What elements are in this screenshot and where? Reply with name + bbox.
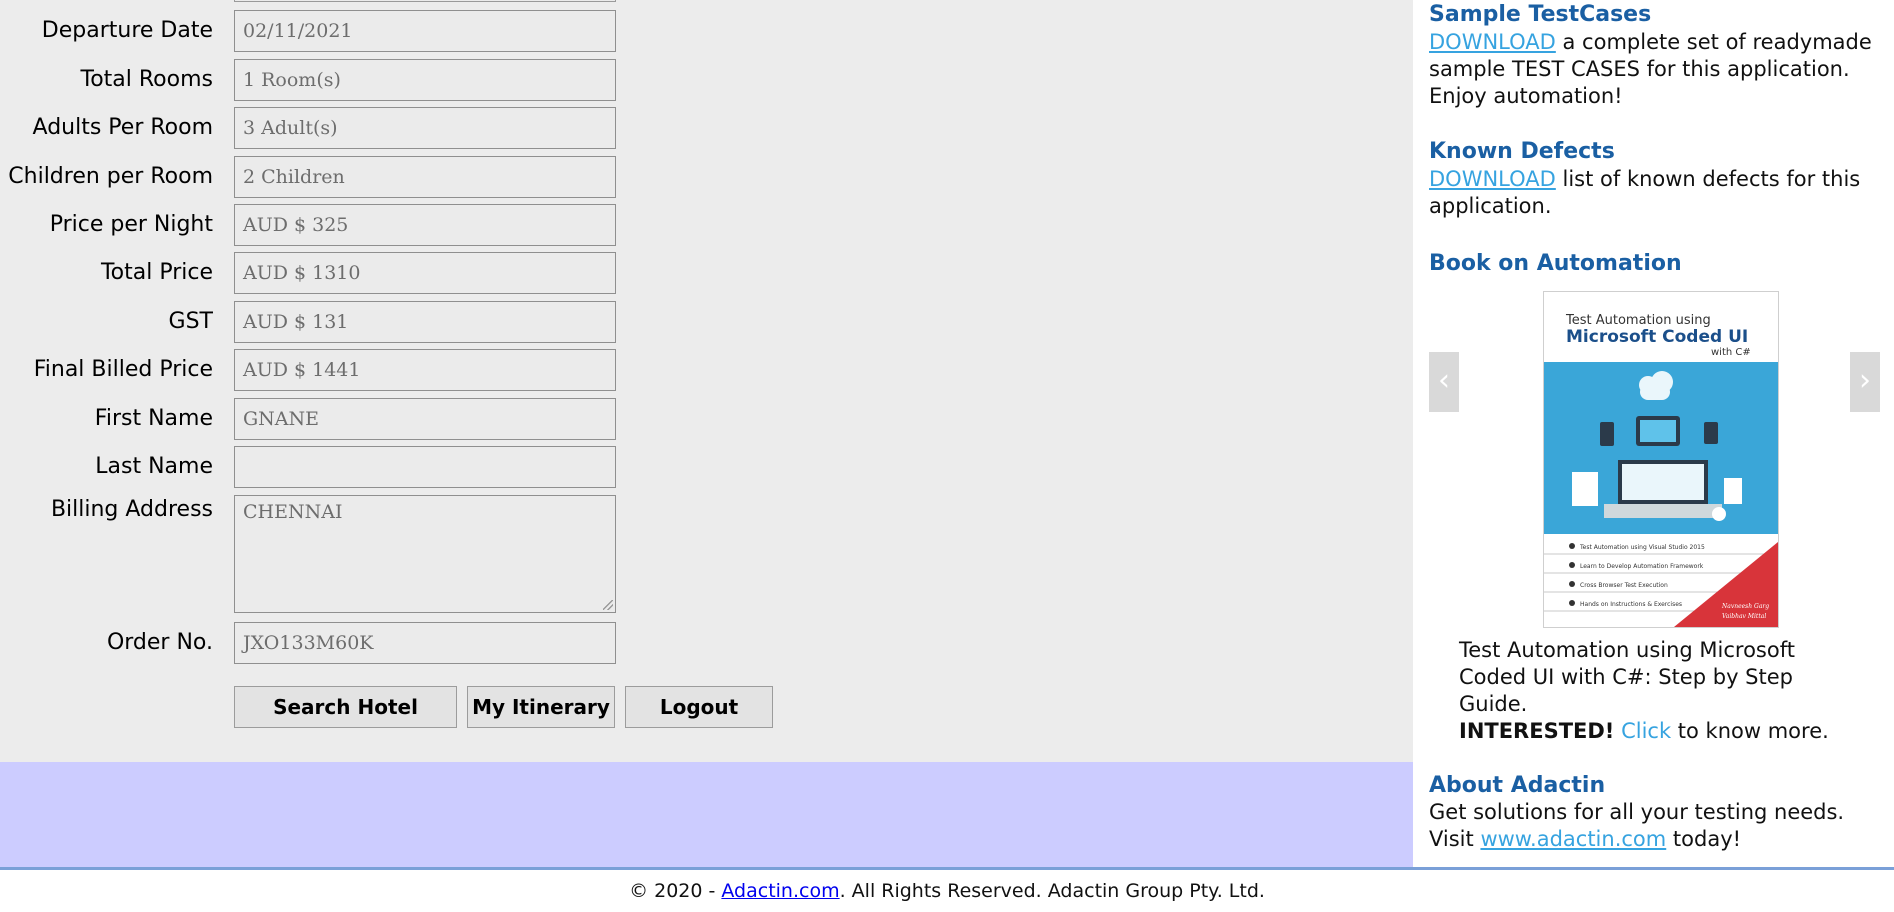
footer: © 2020 - Adactin.com. All Rights Reserve… bbox=[0, 870, 1894, 910]
footer-rights: . All Rights Reserved. Adactin Group Pty… bbox=[839, 880, 1265, 902]
cover-title-line3: with C# bbox=[1711, 347, 1751, 358]
logout-button[interactable]: Logout bbox=[625, 686, 773, 728]
carousel-next-icon[interactable]: › bbox=[1850, 352, 1880, 412]
total-rooms-row: Total Rooms 1 Room(s) bbox=[0, 57, 1413, 103]
know-more-text: to know more. bbox=[1671, 719, 1829, 743]
price-per-night-row: Price per Night AUD $ 325 bbox=[0, 202, 1413, 248]
children-per-room-field[interactable]: 2 Children bbox=[234, 156, 616, 198]
first-name-label: First Name bbox=[94, 406, 213, 431]
defects-text: DOWNLOAD list of known defects for this … bbox=[1429, 166, 1889, 220]
final-billed-price-field[interactable]: AUD $ 1441 bbox=[234, 349, 616, 391]
total-price-row: Total Price AUD $ 1310 bbox=[0, 250, 1413, 296]
final-billed-price-label: Final Billed Price bbox=[33, 357, 213, 382]
content-bottom-band bbox=[0, 762, 1413, 867]
total-price-field[interactable]: AUD $ 1310 bbox=[234, 252, 616, 294]
total-rooms-field[interactable]: 1 Room(s) bbox=[234, 59, 616, 101]
billing-address-field[interactable]: CHENNAI bbox=[234, 495, 616, 613]
search-hotel-button[interactable]: Search Hotel bbox=[234, 686, 457, 728]
adults-per-room-field[interactable]: 3 Adult(s) bbox=[234, 107, 616, 149]
billing-address-label: Billing Address bbox=[50, 497, 213, 522]
adults-per-room-label: Adults Per Room bbox=[32, 115, 213, 140]
about-text: Get solutions for all your testing needs… bbox=[1429, 799, 1889, 853]
price-per-night-field[interactable]: AUD $ 325 bbox=[234, 204, 616, 246]
about-heading: About Adactin bbox=[1429, 773, 1606, 798]
interested-label: INTERESTED! bbox=[1459, 719, 1615, 743]
carousel-prev-icon[interactable]: ‹ bbox=[1429, 352, 1459, 412]
book-click-link[interactable]: Click bbox=[1621, 719, 1671, 743]
price-per-night-label: Price per Night bbox=[49, 212, 213, 237]
adults-per-room-row: Adults Per Room 3 Adult(s) bbox=[0, 105, 1413, 151]
cover-bullet-3: Cross Browser Test Execution bbox=[1580, 582, 1668, 589]
testcases-text: DOWNLOAD a complete set of readymade sam… bbox=[1429, 29, 1889, 110]
book-caption: Test Automation using Microsoft Coded UI… bbox=[1459, 637, 1859, 745]
testcases-heading: Sample TestCases bbox=[1429, 2, 1652, 27]
order-no-row: Order No. JXO133M60K bbox=[0, 620, 1413, 666]
gst-row: GST AUD $ 131 bbox=[0, 299, 1413, 345]
billing-address-value: CHENNAI bbox=[243, 501, 343, 523]
adactin-website-link[interactable]: www.adactin.com bbox=[1480, 827, 1666, 851]
cover-bullet-4: Hands on Instructions & Exercises bbox=[1580, 601, 1682, 608]
children-per-room-label: Children per Room bbox=[8, 164, 213, 189]
defects-heading: Known Defects bbox=[1429, 139, 1615, 164]
order-no-field[interactable]: JXO133M60K bbox=[234, 622, 616, 664]
last-name-field[interactable] bbox=[234, 446, 616, 488]
cover-bullet-2: Learn to Develop Automation Framework bbox=[1580, 563, 1704, 570]
booking-form-panel: Departure Date 02/11/2021 Total Rooms 1 … bbox=[0, 0, 1413, 762]
gst-field[interactable]: AUD $ 131 bbox=[234, 301, 616, 343]
about-today-text: today! bbox=[1666, 827, 1742, 851]
cover-author-1: Navneesh Garg bbox=[1721, 603, 1769, 610]
cover-title-line1: Test Automation using bbox=[1565, 313, 1711, 328]
order-no-label: Order No. bbox=[106, 630, 213, 655]
cover-bullet-1: Test Automation using Visual Studio 2015 bbox=[1579, 544, 1705, 551]
previous-field-edge bbox=[234, 0, 616, 2]
cover-author-2: Vaibhav Mittal bbox=[1722, 613, 1766, 620]
gst-label: GST bbox=[168, 309, 213, 334]
testcases-download-link[interactable]: DOWNLOAD bbox=[1429, 30, 1556, 54]
departure-date-row: Departure Date 02/11/2021 bbox=[0, 8, 1413, 54]
total-price-label: Total Price bbox=[100, 260, 213, 285]
last-name-label: Last Name bbox=[95, 454, 213, 479]
book-heading: Book on Automation bbox=[1429, 251, 1682, 276]
book-caption-text: Test Automation using Microsoft Coded UI… bbox=[1459, 638, 1795, 716]
book-cover-art: Test Automation using Microsoft Coded UI… bbox=[1544, 292, 1778, 627]
billing-address-row: Billing Address CHENNAI bbox=[0, 493, 1413, 615]
about-description: Get solutions for all your testing needs… bbox=[1429, 800, 1845, 824]
total-rooms-label: Total Rooms bbox=[80, 67, 213, 92]
final-billed-price-row: Final Billed Price AUD $ 1441 bbox=[0, 347, 1413, 393]
departure-date-label: Departure Date bbox=[41, 18, 213, 43]
footer-copyright: © 2020 - bbox=[629, 880, 722, 902]
cover-title-line2: Microsoft Coded UI bbox=[1566, 327, 1748, 347]
footer-adactin-link[interactable]: Adactin.com bbox=[721, 880, 839, 902]
book-cover-image[interactable]: Test Automation using Microsoft Coded UI… bbox=[1543, 291, 1779, 628]
children-per-room-row: Children per Room 2 Children bbox=[0, 154, 1413, 200]
last-name-row: Last Name bbox=[0, 444, 1413, 490]
right-sidebar: Sample TestCases DOWNLOAD a complete set… bbox=[1413, 0, 1894, 867]
defects-download-link[interactable]: DOWNLOAD bbox=[1429, 167, 1556, 191]
departure-date-field[interactable]: 02/11/2021 bbox=[234, 10, 616, 52]
first-name-row: First Name GNANE bbox=[0, 396, 1413, 442]
resize-grip-icon[interactable] bbox=[603, 600, 613, 610]
about-visit-text: Visit bbox=[1429, 827, 1481, 851]
my-itinerary-button[interactable]: My Itinerary bbox=[467, 686, 615, 728]
first-name-field[interactable]: GNANE bbox=[234, 398, 616, 440]
